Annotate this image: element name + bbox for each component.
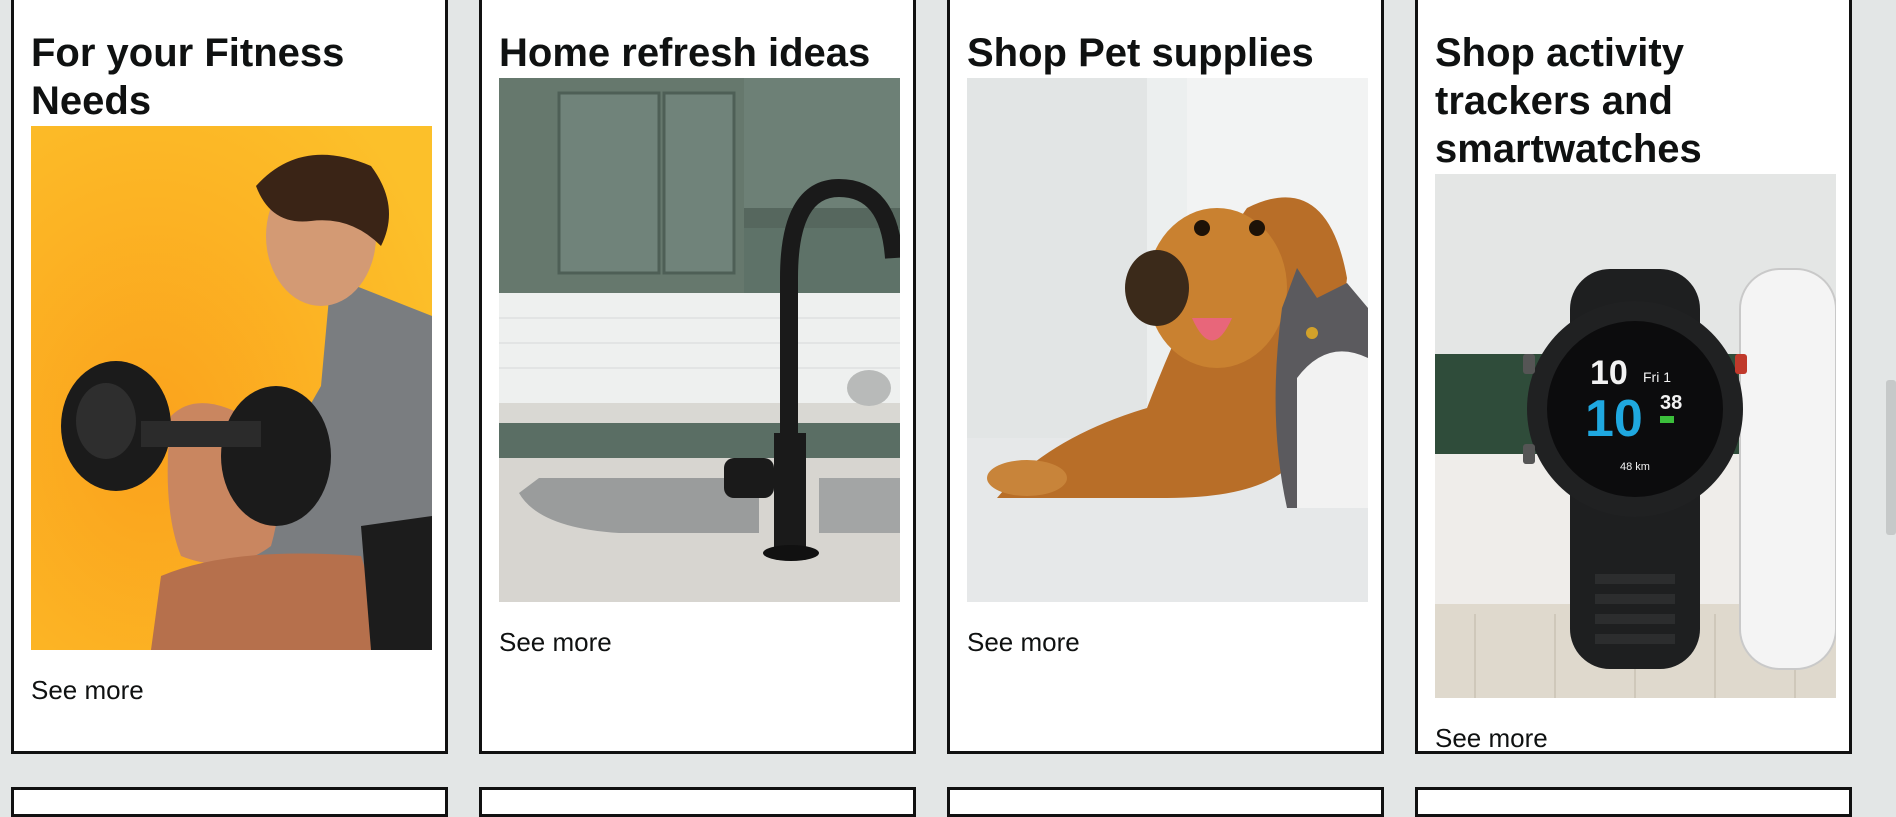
watch-minutes: 38 <box>1660 392 1682 414</box>
scrollbar-thumb[interactable] <box>1886 380 1896 535</box>
see-more-link[interactable]: See more <box>499 627 612 657</box>
card-fitness: For your Fitness Needs See more <box>11 0 448 754</box>
card-title: Shop Pet supplies <box>967 31 1314 75</box>
kitchen-image[interactable] <box>499 78 900 602</box>
card-title: Shop activity trackers and smartwatches <box>1435 31 1702 171</box>
watch-day: Fri 1 <box>1643 369 1671 385</box>
card-row2-4 <box>1415 787 1852 817</box>
card-grid: For your Fitness Needs See more Home ref… <box>0 0 1896 817</box>
card-pet-supplies: Shop Pet supplies See more <box>947 0 1384 754</box>
see-more-link[interactable]: See more <box>1435 723 1548 751</box>
card-row2-1 <box>11 787 448 817</box>
pet-image[interactable] <box>967 78 1368 602</box>
card-row2-2 <box>479 787 916 817</box>
watch-time-big: 10 <box>1585 390 1643 448</box>
fitness-image[interactable] <box>31 126 432 650</box>
smartwatch-image[interactable]: 10 Fri 1 10 38 48 km <box>1435 174 1836 698</box>
card-smartwatches: Shop activity trackers and smartwatches <box>1415 0 1852 754</box>
watch-distance: 48 km <box>1620 461 1650 473</box>
card-row2-3 <box>947 787 1384 817</box>
card-title: For your Fitness Needs <box>31 31 345 123</box>
see-more-link[interactable]: See more <box>967 627 1080 657</box>
watch-hour-small: 10 <box>1590 354 1628 392</box>
card-title: Home refresh ideas <box>499 31 871 75</box>
card-home-refresh: Home refresh ideas See more <box>479 0 916 754</box>
see-more-link[interactable]: See more <box>31 675 144 705</box>
